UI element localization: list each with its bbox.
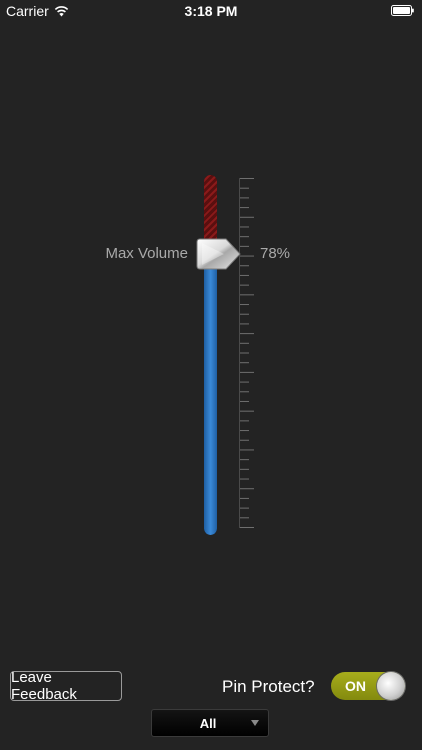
max-volume-slider[interactable]: Max Volume 78% xyxy=(0,160,422,550)
pin-protect-label: Pin Protect? xyxy=(222,677,315,696)
max-volume-label: Max Volume xyxy=(105,245,188,263)
volume-percent-value: 78% xyxy=(260,245,291,263)
app-screen: Carrier 3:18 PM Max Volume 78% Leave Fee… xyxy=(0,0,422,750)
leave-feedback-button[interactable]: Leave Feedback xyxy=(10,669,122,703)
battery-icon xyxy=(391,5,414,16)
caret-down-icon xyxy=(251,720,259,726)
slider-tick-scale xyxy=(239,178,254,528)
pin-protect-toggle[interactable]: ON xyxy=(331,672,405,700)
slider-thumb[interactable] xyxy=(196,237,242,271)
status-time: 3:18 PM xyxy=(184,3,238,19)
status-bar: Carrier 3:18 PM xyxy=(0,0,422,22)
filter-dropdown[interactable]: All xyxy=(151,709,269,737)
slider-track-filled xyxy=(204,254,217,535)
filter-selected-value: All xyxy=(199,716,217,731)
toggle-state-text: ON xyxy=(345,678,366,694)
toggle-knob xyxy=(377,672,405,700)
slider-track[interactable] xyxy=(204,175,217,535)
